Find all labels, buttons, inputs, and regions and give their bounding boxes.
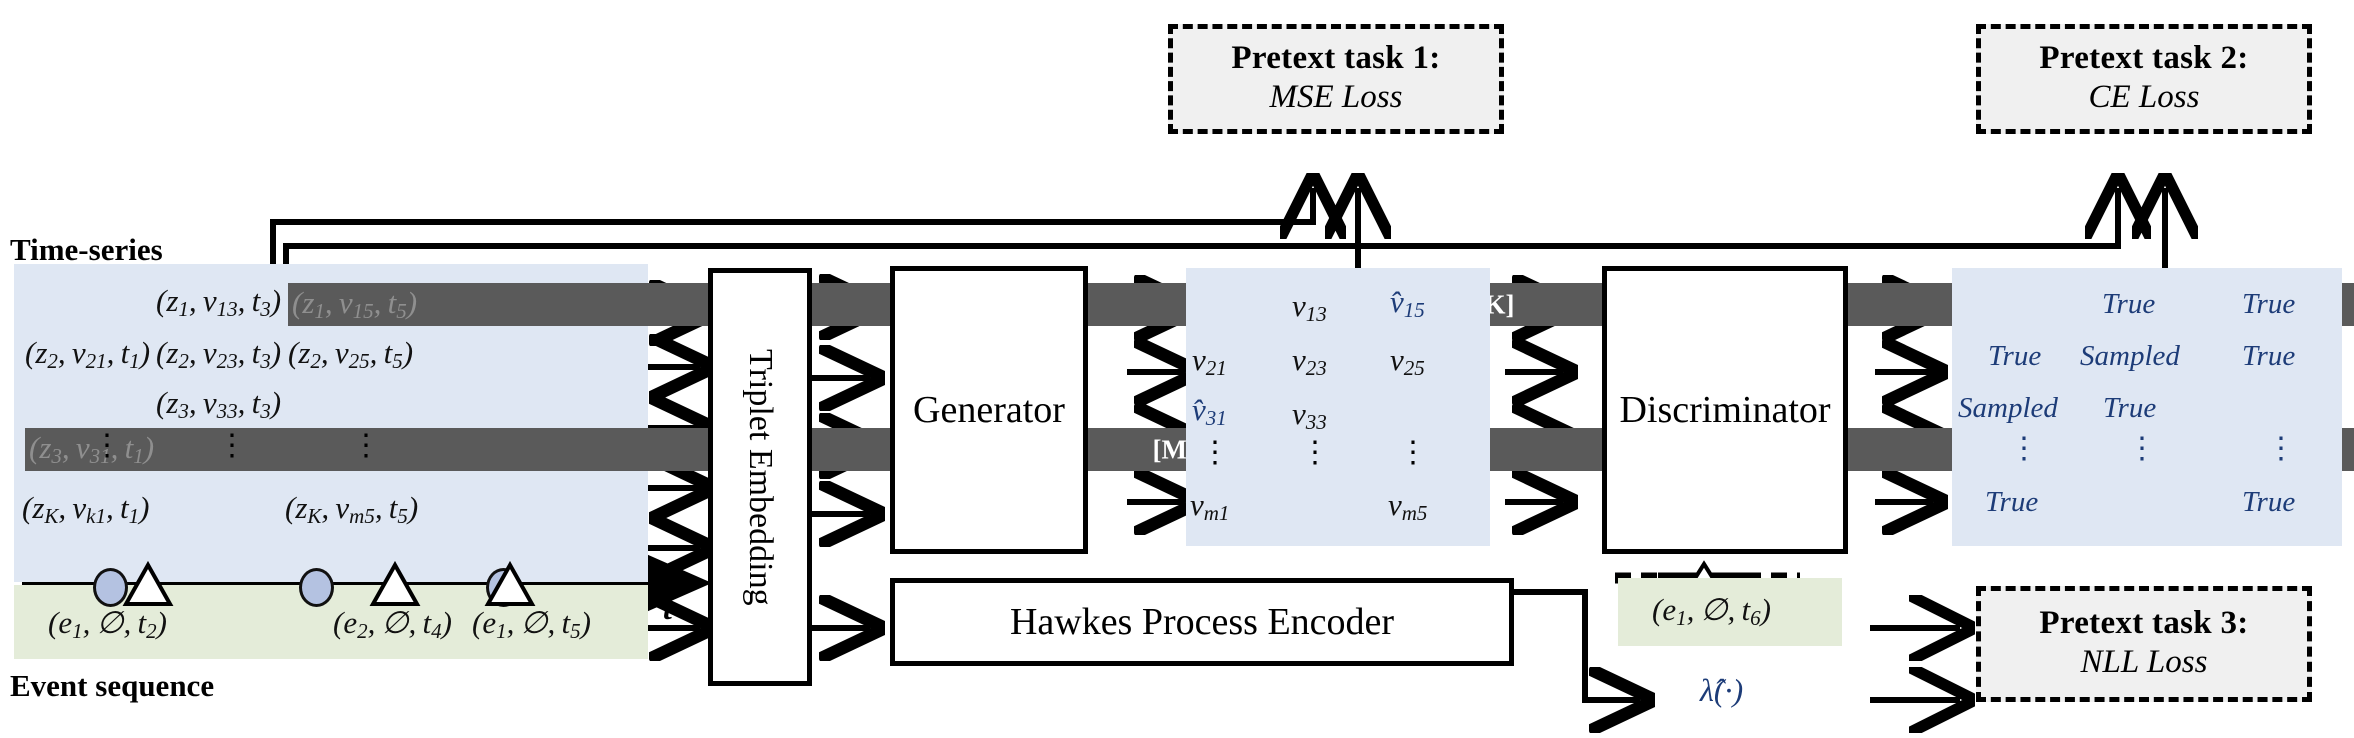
- disc-r3c2: True: [2103, 392, 2157, 424]
- event-token-3: (e1, ∅, t5): [472, 605, 591, 643]
- disc-r1c2: True: [2102, 288, 2156, 320]
- gen-vhat31: v̂31: [1192, 392, 1227, 430]
- disc-r5c1: True: [1985, 486, 2039, 518]
- generator-label: Generator: [913, 389, 1065, 431]
- pretext-task-2-box[interactable]: Pretext task 2: CE Loss: [1976, 24, 2312, 134]
- pretext-task-1-box[interactable]: Pretext task 1: MSE Loss: [1168, 24, 1504, 134]
- pretext-task-2-loss: CE Loss: [2088, 79, 2200, 116]
- triplet-embedding-block[interactable]: Triplet Embedding: [708, 268, 812, 686]
- hawkes-encoder-block[interactable]: Hawkes Process Encoder: [890, 578, 1514, 666]
- pretext-task-3-loss: NLL Loss: [2080, 644, 2208, 681]
- gen-vm5: vm5: [1388, 487, 1428, 525]
- pretext-task-2-title: Pretext task 2:: [2039, 40, 2249, 77]
- pretext-task-3-title: Pretext task 3:: [2039, 605, 2249, 642]
- gen-vhat15: v̂15: [1390, 284, 1425, 322]
- gen-v23: v23: [1292, 342, 1327, 380]
- generator-output-matrix: [1186, 268, 1490, 546]
- discriminator-label: Discriminator: [1619, 389, 1831, 431]
- pretext-task-1-loss: MSE Loss: [1269, 79, 1403, 116]
- event-token-1: (e1, ∅, t2): [48, 605, 167, 643]
- disc-dots-c3: ⋮: [2266, 432, 2296, 465]
- generator-block[interactable]: Generator: [890, 266, 1088, 554]
- gen-dots-c3: ⋮: [1398, 436, 1428, 469]
- discriminator-block[interactable]: Discriminator: [1602, 266, 1848, 554]
- disc-r2c3: True: [2242, 340, 2296, 372]
- disc-r2c2: Sampled: [2080, 340, 2180, 372]
- disc-r5c3: True: [2242, 486, 2296, 518]
- disc-r3c1: Sampled: [1958, 392, 2058, 424]
- gen-v21: v21: [1192, 342, 1227, 380]
- gen-dots-c1: ⋮: [1200, 436, 1230, 469]
- disc-r2c1: True: [1988, 340, 2042, 372]
- gen-dots-c2: ⋮: [1300, 436, 1330, 469]
- intensity-label: λ̂(·): [1700, 672, 1744, 708]
- triplet-embedding-label: Triplet Embedding: [742, 348, 779, 606]
- hawkes-encoder-label: Hawkes Process Encoder: [1009, 601, 1395, 643]
- gen-v13: v13: [1292, 288, 1327, 326]
- event-token-2: (e2, ∅, t4): [333, 605, 452, 643]
- predicted-event-token: (e1, ∅, t6): [1652, 592, 1771, 630]
- disc-r1c3: True: [2242, 288, 2296, 320]
- gen-vm1: vm1: [1190, 487, 1230, 525]
- gen-v25: v25: [1390, 342, 1425, 380]
- pretext-task-3-box[interactable]: Pretext task 3: NLL Loss: [1976, 586, 2312, 702]
- disc-dots-c1: ⋮: [2009, 432, 2039, 465]
- disc-dots-c2: ⋮: [2127, 432, 2157, 465]
- gen-v33: v33: [1292, 396, 1327, 434]
- pretext-task-1-title: Pretext task 1:: [1231, 40, 1441, 77]
